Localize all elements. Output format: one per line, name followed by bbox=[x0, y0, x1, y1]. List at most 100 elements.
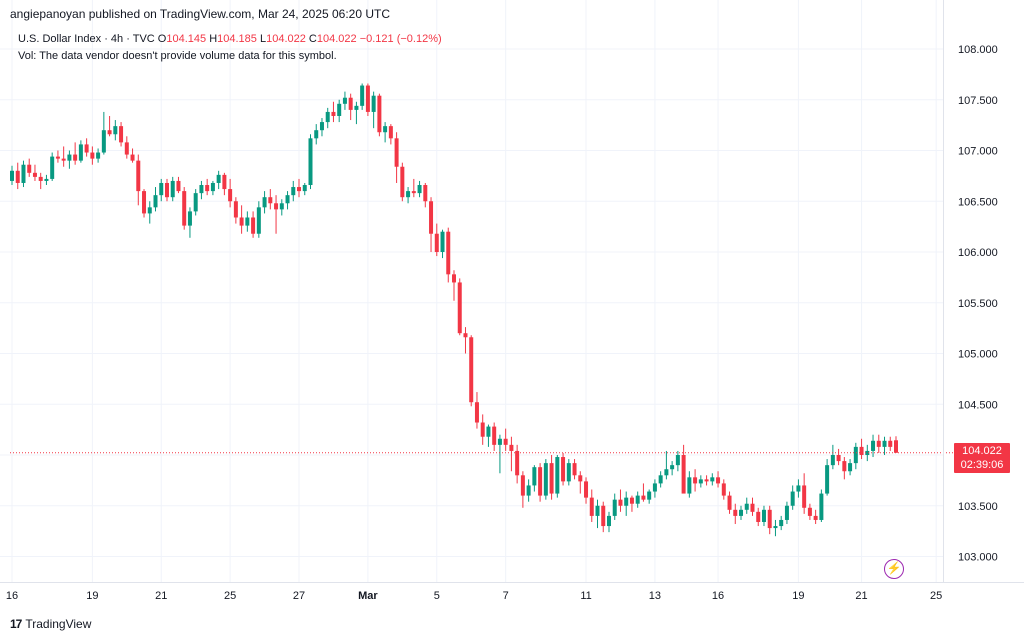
candle-body bbox=[348, 97, 353, 110]
last-price-tag: 104.022 02:39:06 bbox=[954, 443, 1010, 473]
candle-up bbox=[302, 182, 307, 196]
candle-up bbox=[497, 434, 502, 474]
time-tick-label: 16 bbox=[712, 590, 724, 602]
candle-body bbox=[859, 446, 864, 455]
price-tick-label: 107.000 bbox=[958, 146, 998, 158]
candle-down bbox=[251, 211, 256, 238]
candle-up bbox=[210, 180, 215, 196]
candle-down bbox=[584, 477, 589, 504]
candle-body bbox=[377, 95, 382, 133]
candle-up bbox=[245, 211, 250, 232]
candle-body bbox=[245, 217, 250, 226]
candle-down bbox=[629, 495, 634, 512]
candle-body bbox=[394, 138, 399, 167]
candle-up bbox=[830, 444, 835, 470]
candle-body bbox=[279, 203, 284, 210]
candle-down bbox=[463, 327, 468, 354]
candle-down bbox=[480, 414, 485, 445]
candle-body bbox=[509, 444, 514, 451]
candle-body bbox=[618, 499, 623, 506]
price-axis[interactable]: 103.000103.500104.000104.500105.000105.5… bbox=[958, 44, 998, 564]
time-axis[interactable]: 16 19 21 25 27 Mar 5 7 11 13 16 19 21 25 bbox=[6, 590, 942, 602]
low-value: 104.022 bbox=[266, 33, 306, 45]
candle-down bbox=[836, 448, 841, 466]
time-tick-label: 19 bbox=[86, 590, 98, 602]
candle-body bbox=[388, 126, 393, 139]
candle-down bbox=[492, 422, 497, 451]
candle-down bbox=[15, 162, 20, 190]
candle-down bbox=[228, 178, 233, 208]
candle-down bbox=[750, 497, 755, 516]
candle-body bbox=[871, 440, 876, 451]
candle-down bbox=[515, 444, 520, 484]
lightning-bolt-icon[interactable]: ⚡ bbox=[884, 559, 904, 579]
candle-body bbox=[480, 422, 485, 437]
candle-down bbox=[176, 176, 181, 194]
candle-body bbox=[15, 170, 20, 183]
tradingview-brand[interactable]: 17 TradingView bbox=[10, 617, 91, 631]
candle-body bbox=[830, 455, 835, 466]
candle-up bbox=[784, 501, 789, 525]
symbol-title[interactable]: U.S. Dollar Index · 4h · TVC bbox=[18, 33, 155, 45]
candle-up bbox=[199, 180, 204, 200]
price-tick-label: 103.500 bbox=[958, 501, 998, 513]
candle-body bbox=[687, 477, 692, 494]
candle-body bbox=[337, 103, 342, 116]
candle-up bbox=[744, 497, 749, 514]
candle-body bbox=[836, 455, 841, 462]
candle-body bbox=[876, 440, 881, 447]
candle-body bbox=[302, 185, 307, 192]
candle-body bbox=[635, 495, 640, 504]
candle-body bbox=[486, 426, 491, 437]
candle-up bbox=[647, 489, 652, 504]
candle-down bbox=[268, 189, 273, 210]
candle-down bbox=[205, 178, 210, 196]
candle-down bbox=[331, 101, 336, 123]
candle-body bbox=[331, 111, 336, 116]
candle-body bbox=[113, 126, 118, 135]
candle-body bbox=[147, 207, 152, 214]
candle-up bbox=[193, 189, 198, 216]
candle-body bbox=[291, 187, 296, 196]
candle-body bbox=[612, 499, 617, 516]
candle-body bbox=[773, 526, 778, 529]
candle-body bbox=[176, 180, 181, 192]
candle-body bbox=[44, 178, 49, 181]
candle-body bbox=[256, 207, 261, 234]
candle-body bbox=[566, 463, 571, 482]
candle-body bbox=[681, 455, 686, 494]
candle-body bbox=[314, 130, 319, 139]
candle-body bbox=[693, 477, 698, 484]
candle-down bbox=[297, 178, 302, 198]
candlestick-chart[interactable]: 103.000103.500104.000104.500105.000105.5… bbox=[0, 0, 1024, 641]
candle-body bbox=[606, 515, 611, 527]
candle-body bbox=[193, 193, 198, 212]
candle-up bbox=[853, 442, 858, 470]
candle-up bbox=[417, 180, 422, 198]
candle-body bbox=[153, 195, 158, 208]
candle-down bbox=[142, 189, 147, 218]
candle-up bbox=[566, 459, 571, 486]
candle-up bbox=[101, 111, 106, 155]
candle-up bbox=[871, 434, 876, 458]
candle-down bbox=[733, 503, 738, 525]
candle-up bbox=[153, 187, 158, 212]
candle-body bbox=[503, 438, 508, 445]
candle-down bbox=[119, 122, 124, 147]
candle-down bbox=[124, 136, 129, 159]
candle-up bbox=[773, 519, 778, 537]
candle-down bbox=[578, 471, 583, 494]
candle-body bbox=[658, 475, 663, 484]
candle-down bbox=[721, 479, 726, 500]
candle-up bbox=[44, 174, 49, 186]
candle-up bbox=[819, 489, 824, 522]
candle-up bbox=[555, 455, 560, 498]
candle-body bbox=[342, 97, 347, 104]
candle-body bbox=[371, 95, 376, 112]
candle-up bbox=[670, 461, 675, 476]
candle-body bbox=[406, 191, 411, 198]
candle-body bbox=[796, 485, 801, 492]
candle-body bbox=[497, 438, 502, 445]
candle-down bbox=[446, 227, 451, 283]
candle-up bbox=[652, 479, 657, 498]
